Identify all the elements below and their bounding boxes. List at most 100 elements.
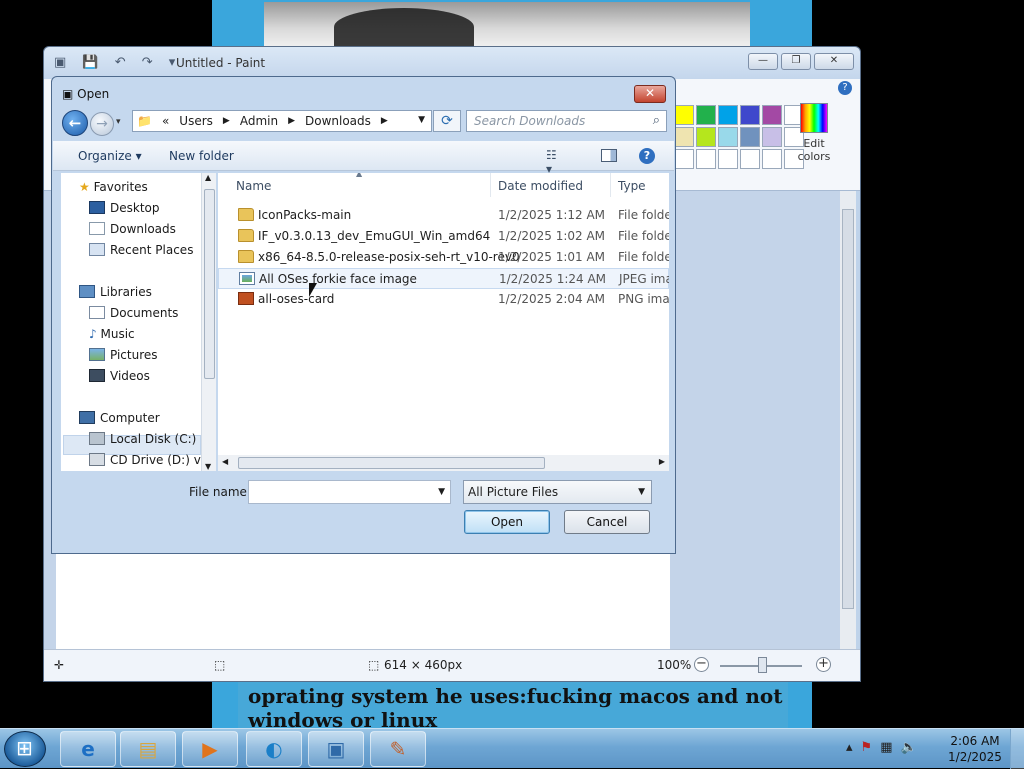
breadcrumb-users[interactable]: Users (179, 114, 213, 128)
file-type-filter[interactable]: All Picture Files ▼ (463, 480, 652, 504)
preview-pane-icon[interactable] (601, 149, 617, 162)
palette-color[interactable] (674, 149, 694, 169)
quick-access-toolbar[interactable]: ▣ 💾 ↶ ↷ ▾ (54, 55, 181, 70)
new-folder-button[interactable]: New folder (169, 149, 234, 163)
taskbar-internet-explorer-icon[interactable]: e (60, 731, 116, 767)
scroll-right-icon[interactable]: ▶ (659, 457, 665, 466)
palette-color[interactable] (718, 149, 738, 169)
palette-color[interactable] (740, 127, 760, 147)
start-button[interactable] (4, 731, 46, 767)
breadcrumb-arrow-icon[interactable]: ▶ (223, 116, 230, 126)
file-row[interactable]: IF_v0.3.0.13_dev_EmuGUI_Win_amd64 1/2/20… (218, 226, 669, 247)
breadcrumb-downloads[interactable]: Downloads (305, 114, 371, 128)
cancel-button[interactable]: Cancel (564, 510, 650, 534)
nav-recent-places[interactable]: Recent Places (89, 243, 193, 257)
column-header-date[interactable]: Date modified (498, 179, 583, 193)
search-input[interactable]: Search Downloads ⌕ (466, 110, 667, 132)
taskbar-media-player-icon[interactable]: ▶ (182, 731, 238, 767)
column-divider[interactable] (490, 173, 491, 197)
palette-color[interactable] (740, 105, 760, 125)
palette-color[interactable] (740, 149, 760, 169)
zoom-in-button[interactable]: + (816, 657, 831, 672)
file-row[interactable]: IconPacks-main 1/2/2025 1:12 AM File fol… (218, 205, 669, 226)
scrollbar-thumb[interactable] (842, 209, 854, 609)
palette-color[interactable] (696, 149, 716, 169)
file-name: x86_64-8.5.0-release-posix-seh-rt_v10-re… (258, 250, 520, 264)
action-center-icon[interactable]: ⚑ (861, 740, 881, 755)
nav-desktop[interactable]: Desktop (89, 201, 160, 215)
file-name-input[interactable]: ▼ (248, 480, 451, 504)
palette-color[interactable] (718, 105, 738, 125)
file-row[interactable]: x86_64-8.5.0-release-posix-seh-rt_v10-re… (218, 247, 669, 268)
address-dropdown-icon[interactable]: ▼ (418, 115, 425, 125)
palette-color[interactable] (674, 127, 694, 147)
maximize-button[interactable]: ❐ (781, 53, 811, 70)
minimize-button[interactable]: — (748, 53, 778, 70)
system-tray[interactable]: ▴⚑▦🔈 (846, 740, 925, 755)
zoom-out-button[interactable]: − (694, 657, 709, 672)
change-view-icon[interactable]: ☷ ▾ (546, 148, 564, 176)
tray-overflow-icon[interactable]: ▴ (846, 740, 861, 755)
paint-window-controls: — ❐ ✕ (748, 53, 854, 70)
nav-documents[interactable]: Documents (89, 306, 178, 320)
network-icon[interactable]: ▦ (880, 740, 900, 755)
canvas-vertical-scrollbar[interactable] (840, 191, 856, 649)
nav-libraries[interactable]: Libraries (79, 285, 152, 299)
file-row[interactable]: All OSes forkie face image 1/2/2025 1:24… (218, 268, 669, 289)
open-button[interactable]: Open (464, 510, 550, 534)
palette-color[interactable] (696, 105, 716, 125)
help-icon[interactable]: ? (838, 81, 852, 95)
nav-music[interactable]: ♪ Music (89, 327, 135, 341)
close-button[interactable]: ✕ (814, 53, 854, 70)
taskbar-edge-icon[interactable]: ◐ (246, 731, 302, 767)
scrollbar-thumb[interactable] (238, 457, 545, 469)
palette-color[interactable] (762, 105, 782, 125)
column-divider[interactable] (610, 173, 611, 197)
breadcrumb-arrow-icon[interactable]: ▶ (381, 116, 388, 126)
volume-icon[interactable]: 🔈 (900, 740, 924, 755)
forward-button[interactable]: → (90, 112, 114, 136)
column-header-type[interactable]: Type (618, 179, 646, 193)
videos-icon (89, 369, 105, 382)
nav-pane-scrollbar[interactable]: ▲ ▼ (201, 173, 216, 471)
palette-color[interactable] (762, 127, 782, 147)
chevron-down-icon[interactable]: ▼ (638, 481, 645, 503)
recent-locations-dropdown[interactable]: ▾ (116, 117, 121, 127)
file-row[interactable]: all-oses-card 1/2/2025 2:04 AM PNG image (218, 289, 669, 310)
scrollbar-thumb[interactable] (204, 189, 215, 379)
palette-color[interactable] (674, 105, 694, 125)
organize-button[interactable]: Organize ▾ (78, 149, 142, 163)
back-button[interactable]: ← (62, 110, 88, 136)
nav-computer[interactable]: Computer (79, 411, 160, 425)
refresh-button[interactable]: ⟳ (433, 110, 461, 132)
address-bar[interactable]: 📁 « Users ▶ Admin ▶ Downloads ▶ ▼ (132, 110, 432, 132)
taskbar-paint-icon[interactable]: ✎ (370, 731, 426, 767)
nav-downloads[interactable]: Downloads (89, 222, 176, 236)
address-overflow[interactable]: « (162, 114, 169, 128)
edit-colors-button[interactable]: Edit colors (792, 103, 836, 163)
zoom-slider-handle[interactable] (758, 657, 767, 673)
nav-local-disk[interactable]: Local Disk (C:) (89, 432, 196, 446)
scroll-down-icon[interactable]: ▼ (205, 462, 211, 471)
taskbar-explorer-icon[interactable]: ▤ (120, 731, 176, 767)
breadcrumb-arrow-icon[interactable]: ▶ (288, 116, 295, 126)
scroll-left-icon[interactable]: ◀ (222, 457, 228, 466)
breadcrumb-admin[interactable]: Admin (240, 114, 278, 128)
palette-color[interactable] (696, 127, 716, 147)
show-desktop-button[interactable] (1010, 729, 1024, 769)
nav-favorites[interactable]: ★ Favorites (79, 180, 148, 194)
taskbar-image-viewer-icon[interactable]: ▣ (308, 731, 364, 767)
file-list-horizontal-scrollbar[interactable]: ◀ ▶ (218, 455, 669, 471)
file-name-dropdown-icon[interactable]: ▼ (438, 481, 445, 503)
column-header-name[interactable]: Name (236, 179, 271, 193)
nav-pictures[interactable]: Pictures (89, 348, 158, 362)
nav-videos[interactable]: Videos (89, 369, 150, 383)
help-icon[interactable]: ? (639, 148, 655, 164)
palette-color[interactable] (762, 149, 782, 169)
dialog-close-button[interactable]: ✕ (634, 85, 666, 103)
clock[interactable]: 2:06 AM 1/2/2025 (940, 733, 1010, 765)
color-palette[interactable] (674, 105, 804, 169)
nav-cd-drive[interactable]: CD Drive (D:) virt (89, 453, 214, 467)
palette-color[interactable] (718, 127, 738, 147)
scroll-up-icon[interactable]: ▲ (205, 173, 211, 182)
